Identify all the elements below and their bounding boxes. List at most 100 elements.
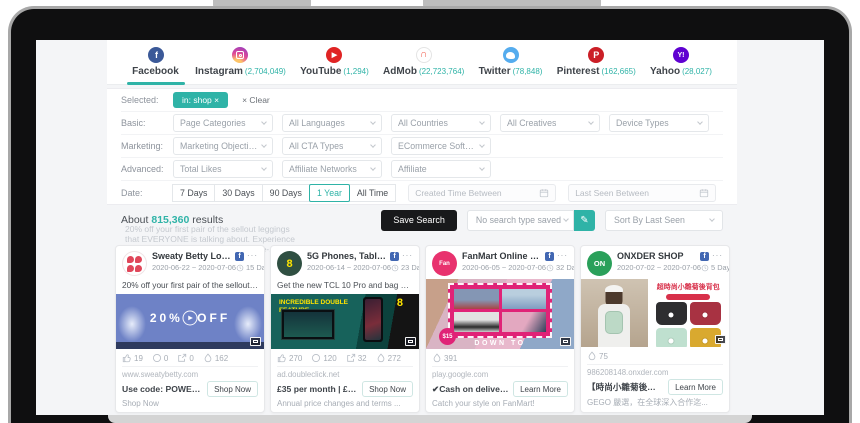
calendar-icon — [699, 188, 709, 198]
chevron-down-icon — [261, 119, 267, 125]
affiliate-networks-dropdown[interactable]: Affiliate Networks — [282, 160, 382, 178]
row-label: Advanced: — [121, 164, 173, 174]
total-likes-dropdown[interactable]: Total Likes — [173, 160, 273, 178]
edit-saved-search-button[interactable]: ✎ — [574, 210, 595, 231]
app-window: f Facebook Instagram(2,704,049) ▶ YouTub… — [107, 40, 737, 415]
row-label: Selected: — [121, 95, 173, 105]
ad-card: Fan FanMart Online Shopping - F... f··· … — [425, 245, 575, 413]
row-label: Date: — [121, 188, 173, 198]
share-icon — [346, 353, 356, 363]
sort-dropdown[interactable]: Sort By Last Seen — [605, 210, 723, 231]
selected-filter-chip[interactable]: in: shop × — [173, 92, 228, 108]
media-type-icon — [405, 337, 416, 346]
share-icon — [177, 353, 187, 363]
cta-button[interactable]: Learn More — [513, 381, 568, 397]
instagram-icon — [232, 47, 248, 63]
ad-description: Catch your style on FanMart! — [426, 399, 574, 412]
cta-button[interactable]: Shop Now — [362, 381, 413, 397]
created-time-input[interactable]: Created Time Between — [408, 184, 556, 202]
clear-filters-link[interactable]: × Clear — [242, 95, 270, 105]
advertiser-name[interactable]: FanMart Online Shopping - F... — [462, 251, 542, 261]
play-icon[interactable]: ▶ — [183, 311, 198, 326]
page-categories-dropdown[interactable]: Page Categories — [173, 114, 273, 132]
ad-headline: £35 per month | £30 upfront | ... — [277, 384, 358, 394]
date-range-30-days[interactable]: 30 Days — [214, 184, 262, 202]
advertiser-name[interactable]: Sweaty Betty London | Wom... — [152, 251, 232, 261]
screen: f Facebook Instagram(2,704,049) ▶ YouTub… — [36, 40, 824, 415]
ecommerce-softwares-dropdown[interactable]: ECommerce Softwares — [391, 137, 491, 155]
affiliate-dropdown[interactable]: Affiliate — [391, 160, 491, 178]
tab-facebook[interactable]: f Facebook — [132, 40, 181, 85]
ad-stats: 270 120 32 272 — [271, 349, 419, 366]
ad-headline: 【時尚小雛菊後背包】小雛菊刺... — [587, 381, 664, 393]
cta-button[interactable]: Learn More — [668, 379, 723, 395]
date-range-1-year[interactable]: 1 Year — [309, 184, 350, 202]
advertiser-name[interactable]: ONXDER SHOP — [617, 251, 697, 261]
results-bar: About 815,360 results Save Search No sea… — [107, 206, 737, 234]
youtube-icon: ▶ — [326, 47, 342, 63]
languages-dropdown[interactable]: All Languages — [282, 114, 382, 132]
chevron-down-icon — [563, 216, 569, 222]
more-icon[interactable]: ··· — [402, 254, 413, 258]
tab-count: (2,704,049) — [245, 67, 286, 76]
calendar-icon — [539, 188, 549, 198]
creative-text: DOWN TO — [426, 340, 574, 347]
date-range-all-time[interactable]: All Time — [349, 184, 396, 202]
ad-results-grid: Sweaty Betty London | Wom... f··· 2020-0… — [115, 245, 730, 413]
ad-creative[interactable]: 20% OFF ▶ — [116, 294, 264, 349]
facebook-badge-icon: f — [545, 252, 554, 261]
facebook-icon: f — [148, 47, 164, 63]
laptop-mockup: f Facebook Instagram(2,704,049) ▶ YouTub… — [0, 0, 860, 423]
last-seen-input[interactable]: Last Seen Between — [568, 184, 716, 202]
cta-button[interactable]: Shop Now — [207, 381, 258, 397]
marketing-objectives-dropdown[interactable]: Marketing Objectives — [173, 137, 273, 155]
row-label: Basic: — [121, 118, 173, 128]
creatives-dropdown[interactable]: All Creatives — [500, 114, 600, 132]
date-range-90-days[interactable]: 90 Days — [262, 184, 310, 202]
more-icon[interactable]: ··· — [247, 254, 258, 258]
countries-dropdown[interactable]: All Countries — [391, 114, 491, 132]
facebook-badge-icon: f — [390, 252, 399, 261]
creative-text: 超時尚小雛菊後背包 — [648, 282, 729, 292]
saved-search-dropdown[interactable]: No search type saved — [467, 210, 574, 231]
date-range-7-days[interactable]: 7 Days — [172, 184, 215, 202]
ad-stats: 19 0 0 162 — [116, 349, 264, 366]
device-types-dropdown[interactable]: Device Types — [609, 114, 709, 132]
ad-text: 20% off your first pair of the sellout l… — [116, 276, 264, 291]
ad-creative[interactable]: $15 DOWN TO — [426, 279, 574, 349]
chevron-down-icon — [709, 216, 715, 222]
cta-types-dropdown[interactable]: All CTA Types — [282, 137, 382, 155]
flame-icon — [203, 353, 213, 363]
results-count: 815,360 — [151, 214, 189, 226]
tab-label: Yahoo(28,027) — [650, 66, 712, 77]
tab-youtube[interactable]: ▶ YouTube(1,294) — [300, 40, 369, 85]
laptop-base — [108, 415, 752, 423]
tab-twitter[interactable]: Twitter(78,848) — [479, 40, 543, 85]
more-icon[interactable]: ··· — [557, 254, 568, 258]
more-icon[interactable]: ··· — [712, 254, 723, 258]
tab-admob[interactable]: ∩ AdMob(22,723,764) — [383, 40, 464, 85]
ad-duration: 23 Days — [401, 263, 420, 272]
tab-label: Facebook — [132, 66, 181, 77]
ad-date-range: 2020-07-02 ~ 2020-07-06 — [617, 263, 701, 272]
ad-card: Sweaty Betty London | Wom... f··· 2020-0… — [115, 245, 265, 413]
tab-pinterest[interactable]: P Pinterest(162,665) — [557, 40, 636, 85]
yahoo-icon: Y! — [673, 47, 689, 63]
ad-creative[interactable]: INCREDIBLE DOUBLE FEATURE 8 — [271, 294, 419, 349]
like-icon — [277, 353, 287, 363]
ad-card: ON ONXDER SHOP f··· 2020-07-02 ~ 2020-07… — [580, 245, 730, 413]
flame-icon — [432, 353, 442, 363]
clock-icon — [546, 264, 554, 272]
advertiser-name[interactable]: 5G Phones, Tablets & SIMs | ... — [307, 251, 387, 261]
save-search-button[interactable]: Save Search — [381, 210, 457, 231]
tab-yahoo[interactable]: Y! Yahoo(28,027) — [650, 40, 712, 85]
tab-instagram[interactable]: Instagram(2,704,049) — [195, 40, 286, 85]
chevron-down-icon — [261, 142, 267, 148]
ad-domain: www.sweatybetty.com — [122, 366, 258, 379]
ad-description: GEGO 嚴選，在全球深入合作迄... — [581, 397, 729, 412]
facebook-badge-icon: f — [235, 252, 244, 261]
clock-icon — [236, 264, 244, 272]
row-label: Marketing: — [121, 141, 173, 151]
ad-creative[interactable]: 超時尚小雛菊後背包 — [581, 279, 729, 347]
results-count-text: About 815,360 results — [121, 214, 223, 226]
